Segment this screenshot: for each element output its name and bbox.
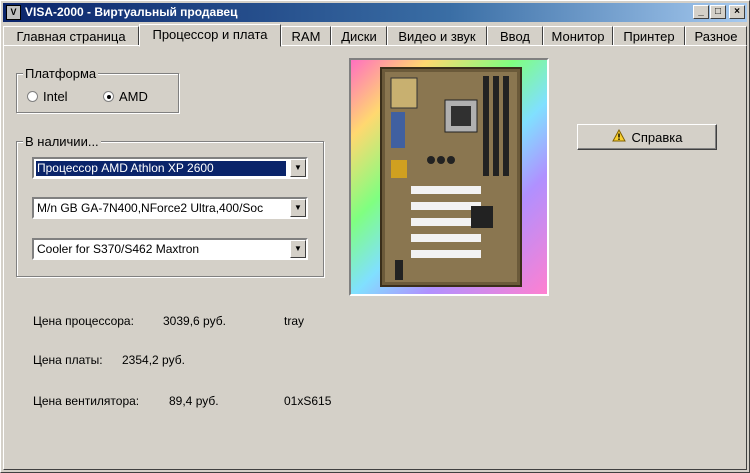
cooler-select-arrow[interactable]: ▼	[290, 240, 306, 258]
board-price-value: 2354,2 руб.	[122, 353, 185, 367]
processor-select[interactable]: Процессор AMD Athlon XP 2600 ▼	[32, 157, 308, 179]
title-bar[interactable]: V VISA-2000 - Виртуальный продавец _ □ ×	[3, 3, 747, 22]
tab-ram[interactable]: RAM	[281, 26, 331, 46]
radio-amd-label: AMD	[119, 89, 148, 104]
tab-strip: Главная страница Процессор и плата RAM Д…	[3, 24, 747, 47]
processor-price-note: tray	[284, 314, 305, 328]
product-image	[349, 58, 549, 296]
radio-intel-label: Intel	[43, 89, 68, 104]
platform-group: Платформа Intel AMD	[16, 66, 179, 113]
radio-amd-circle[interactable]	[103, 91, 114, 102]
arrow-down-icon: ▼	[294, 244, 302, 253]
main-window: V VISA-2000 - Виртуальный продавец _ □ ×…	[0, 0, 750, 473]
radio-amd[interactable]: AMD	[103, 89, 148, 104]
tab-input[interactable]: Ввод	[487, 26, 543, 46]
maximize-button[interactable]: □	[710, 5, 726, 19]
warning-help-icon	[611, 128, 626, 145]
processor-select-arrow[interactable]: ▼	[290, 159, 306, 177]
close-button[interactable]: ×	[729, 5, 745, 19]
tab-disks[interactable]: Диски	[331, 26, 387, 46]
arrow-down-icon: ▼	[294, 163, 302, 172]
app-icon[interactable]: V	[6, 5, 21, 20]
help-button-label: Справка	[631, 129, 683, 145]
arrow-down-icon: ▼	[294, 203, 302, 212]
help-button[interactable]: Справка	[577, 124, 717, 150]
motherboard-select[interactable]: M/n GB GA-7N400,NForce2 Ultra,400/Soc ▼	[32, 197, 308, 219]
processor-price-label: Цена процессора:	[33, 314, 134, 328]
motherboard-select-value: M/n GB GA-7N400,NForce2 Ultra,400/Soc	[37, 201, 264, 215]
cooler-select[interactable]: Cooler for S370/S462 Maxtron ▼	[32, 238, 308, 260]
tab-monitor[interactable]: Монитор	[543, 26, 613, 46]
radio-intel-circle[interactable]	[27, 91, 38, 102]
motherboard-select-arrow[interactable]: ▼	[290, 199, 306, 217]
tab-main-page[interactable]: Главная страница	[3, 26, 139, 46]
tab-printer[interactable]: Принтер	[613, 26, 685, 46]
processor-price-value: 3039,6 руб.	[163, 314, 226, 328]
cooler-price-note: 01xS615	[284, 394, 332, 408]
cooler-price-label: Цена вентилятора:	[33, 394, 140, 408]
tab-misc[interactable]: Разное	[685, 26, 747, 46]
processor-select-value: Процессор AMD Athlon XP 2600	[36, 161, 286, 176]
window-title: VISA-2000 - Виртуальный продавец	[25, 5, 238, 19]
cooler-select-value: Cooler for S370/S462 Maxtron	[37, 242, 200, 256]
in-stock-group-label: В наличии...	[23, 134, 101, 149]
board-price-label: Цена платы:	[33, 353, 103, 367]
tab-processor-board[interactable]: Процессор и плата	[139, 24, 281, 47]
cooler-price-value: 89,4 руб.	[169, 394, 219, 408]
tab-video-sound[interactable]: Видео и звук	[387, 26, 487, 46]
platform-group-label: Платформа	[23, 66, 99, 81]
motherboard-image	[380, 67, 522, 287]
radio-intel[interactable]: Intel	[27, 89, 68, 104]
minimize-button[interactable]: _	[693, 5, 709, 19]
